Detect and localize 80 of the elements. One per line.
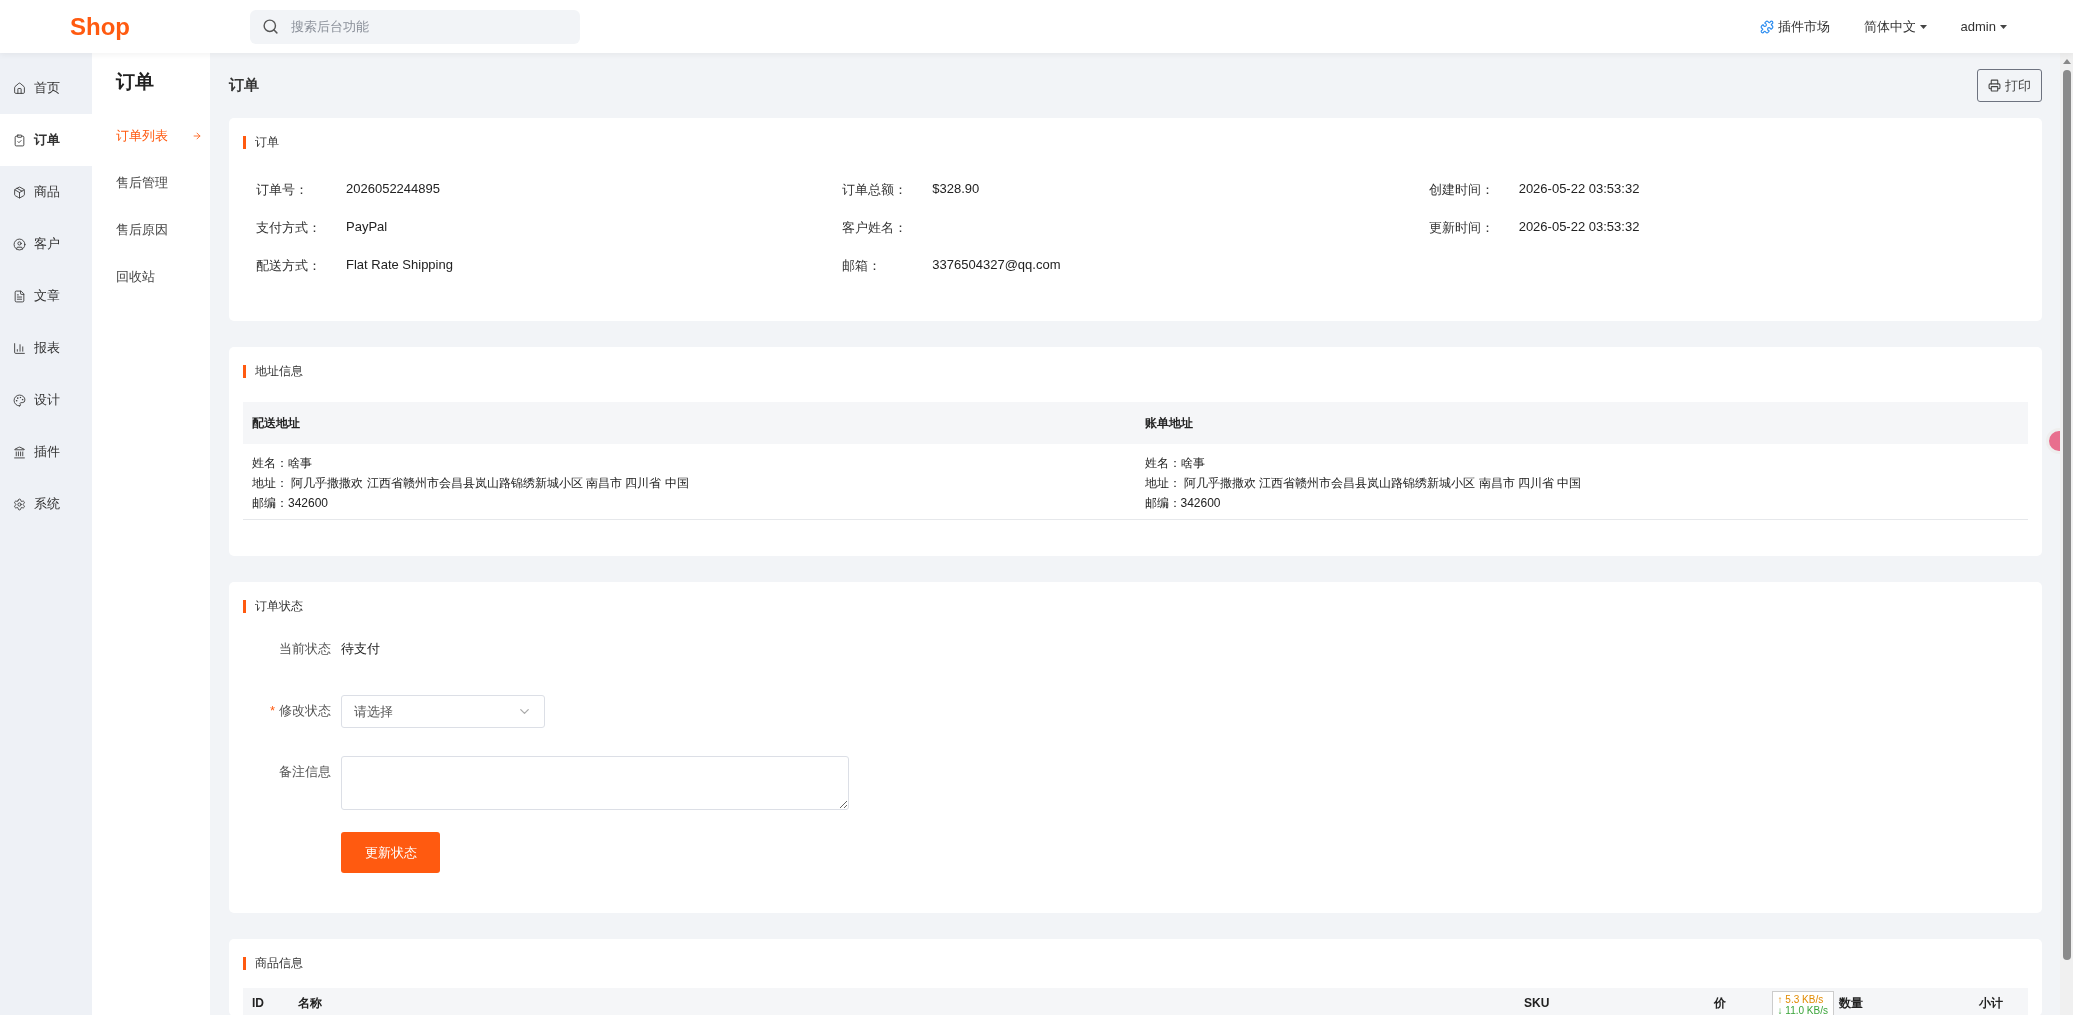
- card-title: 商品信息: [243, 957, 2028, 970]
- address-line: 邮编：342600: [1144, 495, 1222, 512]
- required-mark: *: [269, 703, 275, 718]
- field-label: 更新时间：: [1428, 219, 1495, 237]
- table-header: 配送地址: [243, 402, 1136, 444]
- user-icon: [13, 237, 26, 251]
- nav-item[interactable]: 设计: [0, 374, 92, 426]
- note-field[interactable]: [341, 756, 849, 810]
- printer-icon: [1988, 79, 2001, 92]
- column-heading: 名称: [298, 994, 322, 1012]
- field-label: 邮箱：: [842, 257, 883, 275]
- table-header: 账单地址: [1135, 402, 2028, 444]
- field-label: 订单总额：: [842, 181, 909, 199]
- status-select[interactable]: 请选择: [341, 695, 545, 728]
- card-title: 地址信息: [243, 365, 2028, 378]
- plugin-market-link[interactable]: 插件市场: [1759, 17, 1830, 36]
- field-value: PayPal: [346, 219, 388, 236]
- nav-item[interactable]: 文章: [0, 270, 92, 322]
- field-value: 2026052244895: [346, 181, 440, 198]
- caret-icon: [2000, 24, 2007, 29]
- field-label: 支付方式：: [256, 219, 322, 237]
- submenu-item[interactable]: 售后原因: [116, 206, 210, 253]
- nav-item[interactable]: 报表: [0, 322, 92, 374]
- form-label: 当前状态: [278, 640, 332, 658]
- clipboard-icon: [13, 133, 26, 147]
- nav-item[interactable]: 首页: [0, 62, 92, 114]
- palette-icon: [13, 393, 26, 407]
- dropdown-menu[interactable]: 简体中文: [1863, 17, 1927, 36]
- settings-icon: [13, 497, 26, 511]
- column-heading: ID: [252, 996, 264, 1010]
- upload-speed: ↑ 5.3 KB/s: [1777, 994, 1825, 1005]
- house-icon: [13, 81, 26, 95]
- column-heading: 价: [1714, 994, 1726, 1012]
- nav-item[interactable]: 商品: [0, 166, 92, 218]
- arrow-icon: [192, 130, 202, 141]
- address-line: 姓名：啥事: [252, 455, 313, 472]
- logo: Shop: [69, 12, 131, 41]
- puzzle-icon: [1759, 19, 1774, 34]
- search-field[interactable]: 搜索后台功能: [250, 9, 580, 44]
- form-label: 备注信息: [278, 763, 332, 781]
- address-line: 邮编：342600: [252, 495, 330, 512]
- field-value: 2026-05-22 03:53:32: [1518, 181, 1640, 198]
- form-label: * 修改状态: [268, 702, 332, 720]
- address-line: 地址： 阿几乎撒撒欢 江西省赣州市会昌县岚山路锦绣新城小区 南昌市 四川省 中国: [252, 475, 690, 492]
- card-title: 订单状态: [243, 600, 2028, 613]
- nav-item[interactable]: 插件: [0, 426, 92, 478]
- search-icon: [262, 18, 279, 35]
- field-value: $328.90: [932, 181, 980, 198]
- field-label: 订单号：: [256, 181, 309, 199]
- page-title: 订单: [229, 76, 259, 95]
- card-title: 订单: [243, 136, 2028, 149]
- status-value: 待支付: [341, 640, 380, 658]
- submenu-item[interactable]: 售后管理: [116, 159, 210, 206]
- caret-icon: [1919, 24, 1927, 29]
- box-icon: [13, 185, 26, 199]
- field-value: 3376504327@qq.com: [932, 257, 1061, 274]
- field-label: 创建时间：: [1428, 181, 1495, 199]
- field-value: Flat Rate Shipping: [346, 257, 453, 274]
- download-speed: ↓ 11.0 KB/s: [1777, 1005, 1828, 1015]
- column-heading: 数量: [1839, 994, 1863, 1012]
- address-line: 姓名：啥事: [1144, 455, 1206, 472]
- scroll-up-icon[interactable]: [2062, 59, 2071, 64]
- column-heading: SKU: [1524, 996, 1550, 1010]
- submenu-item[interactable]: 回收站: [116, 253, 210, 300]
- nav-item[interactable]: 客户: [0, 218, 92, 270]
- column-heading: 小计: [1979, 994, 2003, 1012]
- section-title: 订单: [116, 70, 155, 94]
- search-input[interactable]: 搜索后台功能: [289, 18, 568, 35]
- print-button[interactable]: 打印: [1977, 69, 2042, 102]
- bar-chart-icon: [13, 341, 26, 355]
- field-label: 配送方式：: [256, 257, 322, 275]
- building-icon: [13, 445, 26, 459]
- field-value: 2026-05-22 03:53:32: [1518, 219, 1640, 236]
- field-label: 客户姓名：: [842, 219, 909, 237]
- nav-item[interactable]: 系统: [0, 478, 92, 530]
- scrollbar[interactable]: [2060, 53, 2073, 1015]
- document-icon: [13, 289, 26, 303]
- nav-item[interactable]: 订单: [0, 114, 92, 166]
- dropdown-menu[interactable]: admin: [1960, 19, 2007, 34]
- address-line: 地址： 阿几乎撒撒欢 江西省赣州市会昌县岚山路锦绣新城小区 南昌市 四川省 中国: [1144, 475, 1583, 492]
